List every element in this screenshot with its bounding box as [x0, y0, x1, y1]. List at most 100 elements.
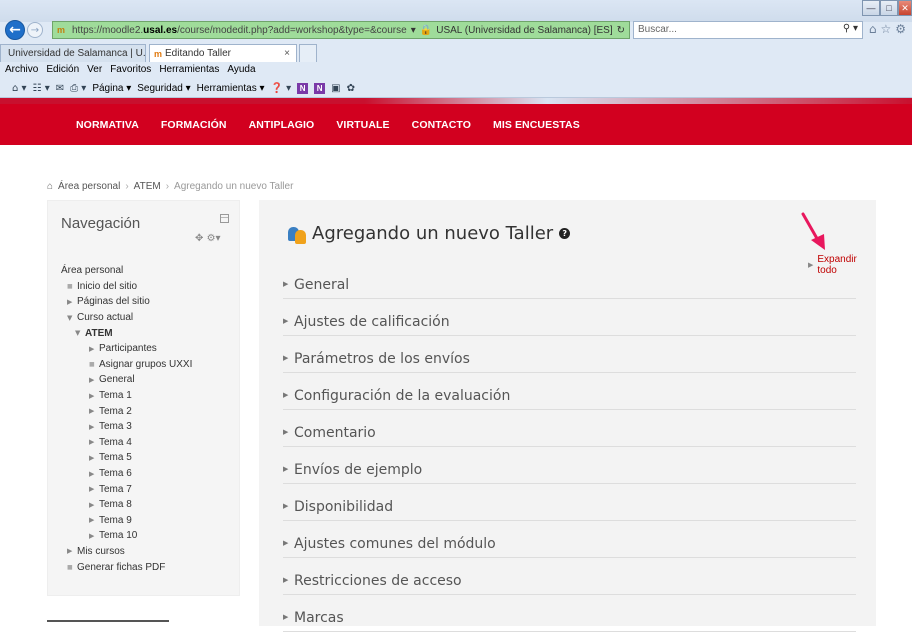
maximize-icon[interactable]: □ — [880, 0, 898, 16]
nav-antiplagio[interactable]: ANTIPLAGIO — [249, 119, 315, 131]
gear-icon[interactable]: ⚙▾ — [207, 233, 221, 244]
onenote-icon[interactable]: N — [297, 82, 309, 94]
onenote-linked-icon[interactable]: N — [314, 82, 326, 94]
nav-tree-item[interactable]: ▶ Mis cursos — [61, 544, 236, 560]
form-section-header[interactable]: ▶ Comentario — [283, 410, 856, 447]
nav-tree-item[interactable]: ▶ General — [61, 372, 236, 388]
caret-right-icon: ▶ — [283, 465, 289, 473]
nav-tree-item[interactable]: ▶ Páginas del sitio — [61, 294, 236, 310]
search-icon[interactable]: ⚲ ▾ — [843, 23, 858, 34]
move-icon[interactable]: ✥ — [195, 233, 203, 244]
close-window-icon[interactable]: ✕ — [898, 0, 912, 16]
print-icon[interactable]: ⎙ ▾ — [70, 83, 86, 94]
nav-tree-item[interactable]: ■ Generar fichas PDF — [61, 559, 236, 575]
menu-ver[interactable]: Ver — [87, 64, 102, 80]
page-menu[interactable]: Página ▾ — [92, 83, 131, 94]
tools-menu[interactable]: Herramientas ▾ — [197, 83, 265, 94]
mail-icon[interactable]: ✉ — [56, 83, 64, 94]
home-icon[interactable]: ⌂ ▾ — [12, 83, 27, 94]
breadcrumb-course[interactable]: ATEM — [134, 181, 161, 192]
dropdown-arrow-icon[interactable]: ▾ — [411, 25, 416, 36]
address-bar[interactable]: m https://moodle2.usal.es/course/modedit… — [52, 21, 630, 39]
nav-mis-encuestas[interactable]: MIS ENCUESTAS — [493, 119, 580, 131]
nav-tree-item[interactable]: ▶ Participantes — [61, 341, 236, 357]
form-section-header[interactable]: ▶ Envíos de ejemplo — [283, 447, 856, 484]
nav-tree-item[interactable]: ▼ ATEM — [61, 325, 236, 341]
form-section-header[interactable]: ▶ Restricciones de acceso — [283, 558, 856, 595]
home-icon[interactable]: ⌂ — [47, 181, 53, 192]
nav-tree-label: Mis cursos — [77, 545, 125, 557]
nav-tree-item[interactable]: ▶ Tema 10 — [61, 528, 236, 544]
nav-tree-item[interactable]: ▶ Tema 9 — [61, 513, 236, 529]
site-identity[interactable]: USAL (Universidad de Salamanca) [ES] — [436, 25, 612, 36]
nav-virtuale[interactable]: VIRTUALE — [336, 119, 389, 131]
caret-right-icon: ▶ — [67, 547, 73, 556]
nav-tree-label: Páginas del sitio — [77, 296, 150, 308]
minimize-icon[interactable]: — — [862, 0, 880, 16]
collapse-icon[interactable]: — — [220, 214, 229, 223]
nav-tree-item[interactable]: ▶ Tema 2 — [61, 403, 236, 419]
nav-tree-label: General — [99, 374, 135, 386]
form-section-header[interactable]: ▶ Parámetros de los envíos — [283, 336, 856, 373]
nav-tree-item[interactable]: ▶ Tema 4 — [61, 435, 236, 451]
rss-icon[interactable]: ☷ ▾ — [33, 83, 50, 94]
caret-right-icon: ▶ — [283, 280, 289, 288]
nav-tree-label: Participantes — [99, 343, 157, 355]
forward-button[interactable]: → — [27, 22, 43, 38]
home-favorites-icons[interactable]: ⌂☆⚙ — [869, 22, 910, 36]
form-section-header[interactable]: ▶ Ajustes comunes del módulo — [283, 521, 856, 558]
nav-tree-item[interactable]: ▶ Tema 6 — [61, 466, 236, 482]
nav-tree-item[interactable]: ▶ Tema 7 — [61, 481, 236, 497]
nav-formacion[interactable]: FORMACIÓN — [161, 119, 227, 131]
caret-right-icon: ▶ — [283, 539, 289, 547]
menu-bar: Archivo Edición Ver Favoritos Herramient… — [0, 64, 256, 80]
nav-tree-item[interactable]: Área personal — [61, 263, 236, 279]
nav-tree-item[interactable]: ▶ Tema 1 — [61, 388, 236, 404]
caret-right-icon: ▶ — [89, 485, 95, 494]
help-icon[interactable]: ? — [559, 228, 571, 239]
nav-tree-item[interactable]: ■ Asignar grupos UXXI — [61, 357, 236, 373]
lock-icon[interactable]: 🔒 — [420, 25, 432, 36]
form-section-header[interactable]: ▶ Marcas — [283, 595, 856, 632]
security-menu[interactable]: Seguridad ▾ — [137, 83, 190, 94]
addon-icon[interactable]: ✿ — [347, 83, 355, 94]
nav-tree-item[interactable]: ▼ Curso actual — [61, 310, 236, 326]
form-section-label: Parámetros de los envíos — [294, 351, 470, 367]
window-controls: — □ ✕ — [862, 0, 912, 16]
form-section-label: Restricciones de acceso — [294, 573, 462, 589]
close-tab-icon[interactable]: × — [284, 48, 290, 59]
nav-tree-item[interactable]: ▶ Tema 8 — [61, 497, 236, 513]
caret-right-icon: ▶ — [89, 422, 95, 431]
nav-tree-label: Tema 7 — [99, 483, 132, 495]
caret-right-icon: ▶ — [89, 453, 95, 462]
tab-universidad[interactable]: Universidad de Salamanca | U... — [0, 44, 146, 62]
menu-ayuda[interactable]: Ayuda — [227, 64, 255, 80]
tab-editando-taller[interactable]: m Editando Taller × — [149, 44, 297, 62]
menu-favoritos[interactable]: Favoritos — [110, 64, 151, 80]
back-button[interactable]: ← — [5, 20, 25, 40]
main-content: Agregando un nuevo Taller ? ▶ Expandir t… — [259, 200, 876, 632]
nav-contacto[interactable]: CONTACTO — [412, 119, 471, 131]
search-input[interactable]: Buscar... ⚲ ▾ — [633, 21, 863, 39]
nav-tree-item[interactable]: ■ Inicio del sitio — [61, 279, 236, 295]
form-section-header[interactable]: ▶ Ajustes de calificación — [283, 299, 856, 336]
form-section-header[interactable]: ▶ General — [283, 262, 856, 299]
breadcrumb-separator: › — [125, 181, 129, 192]
nav-normativa[interactable]: NORMATIVA — [76, 119, 139, 131]
form-section-header[interactable]: ▶ Disponibilidad — [283, 484, 856, 521]
nav-tree-item[interactable]: ▶ Tema 3 — [61, 419, 236, 435]
form-section-header[interactable]: ▶ Configuración de la evaluación — [283, 373, 856, 410]
nav-tree-item[interactable]: ▶ Tema 5 — [61, 450, 236, 466]
menu-herramientas[interactable]: Herramientas — [159, 64, 219, 80]
screenshot-icon[interactable]: ▣ — [331, 83, 340, 94]
menu-edicion[interactable]: Edición — [46, 64, 79, 80]
breadcrumb-home[interactable]: Área personal — [58, 181, 120, 192]
refresh-icon[interactable]: ↻ — [617, 25, 625, 36]
nav-tree-label: Tema 2 — [99, 405, 132, 417]
new-tab-button[interactable] — [299, 44, 317, 62]
menu-archivo[interactable]: Archivo — [5, 64, 38, 80]
nav-tree-label: Área personal — [61, 265, 124, 277]
address-tools: ▾ 🔒 USAL (Universidad de Salamanca) [ES]… — [406, 22, 625, 38]
help-circle-icon[interactable]: ❓ ▾ — [271, 83, 292, 94]
caret-right-icon: ▶ — [283, 576, 289, 584]
